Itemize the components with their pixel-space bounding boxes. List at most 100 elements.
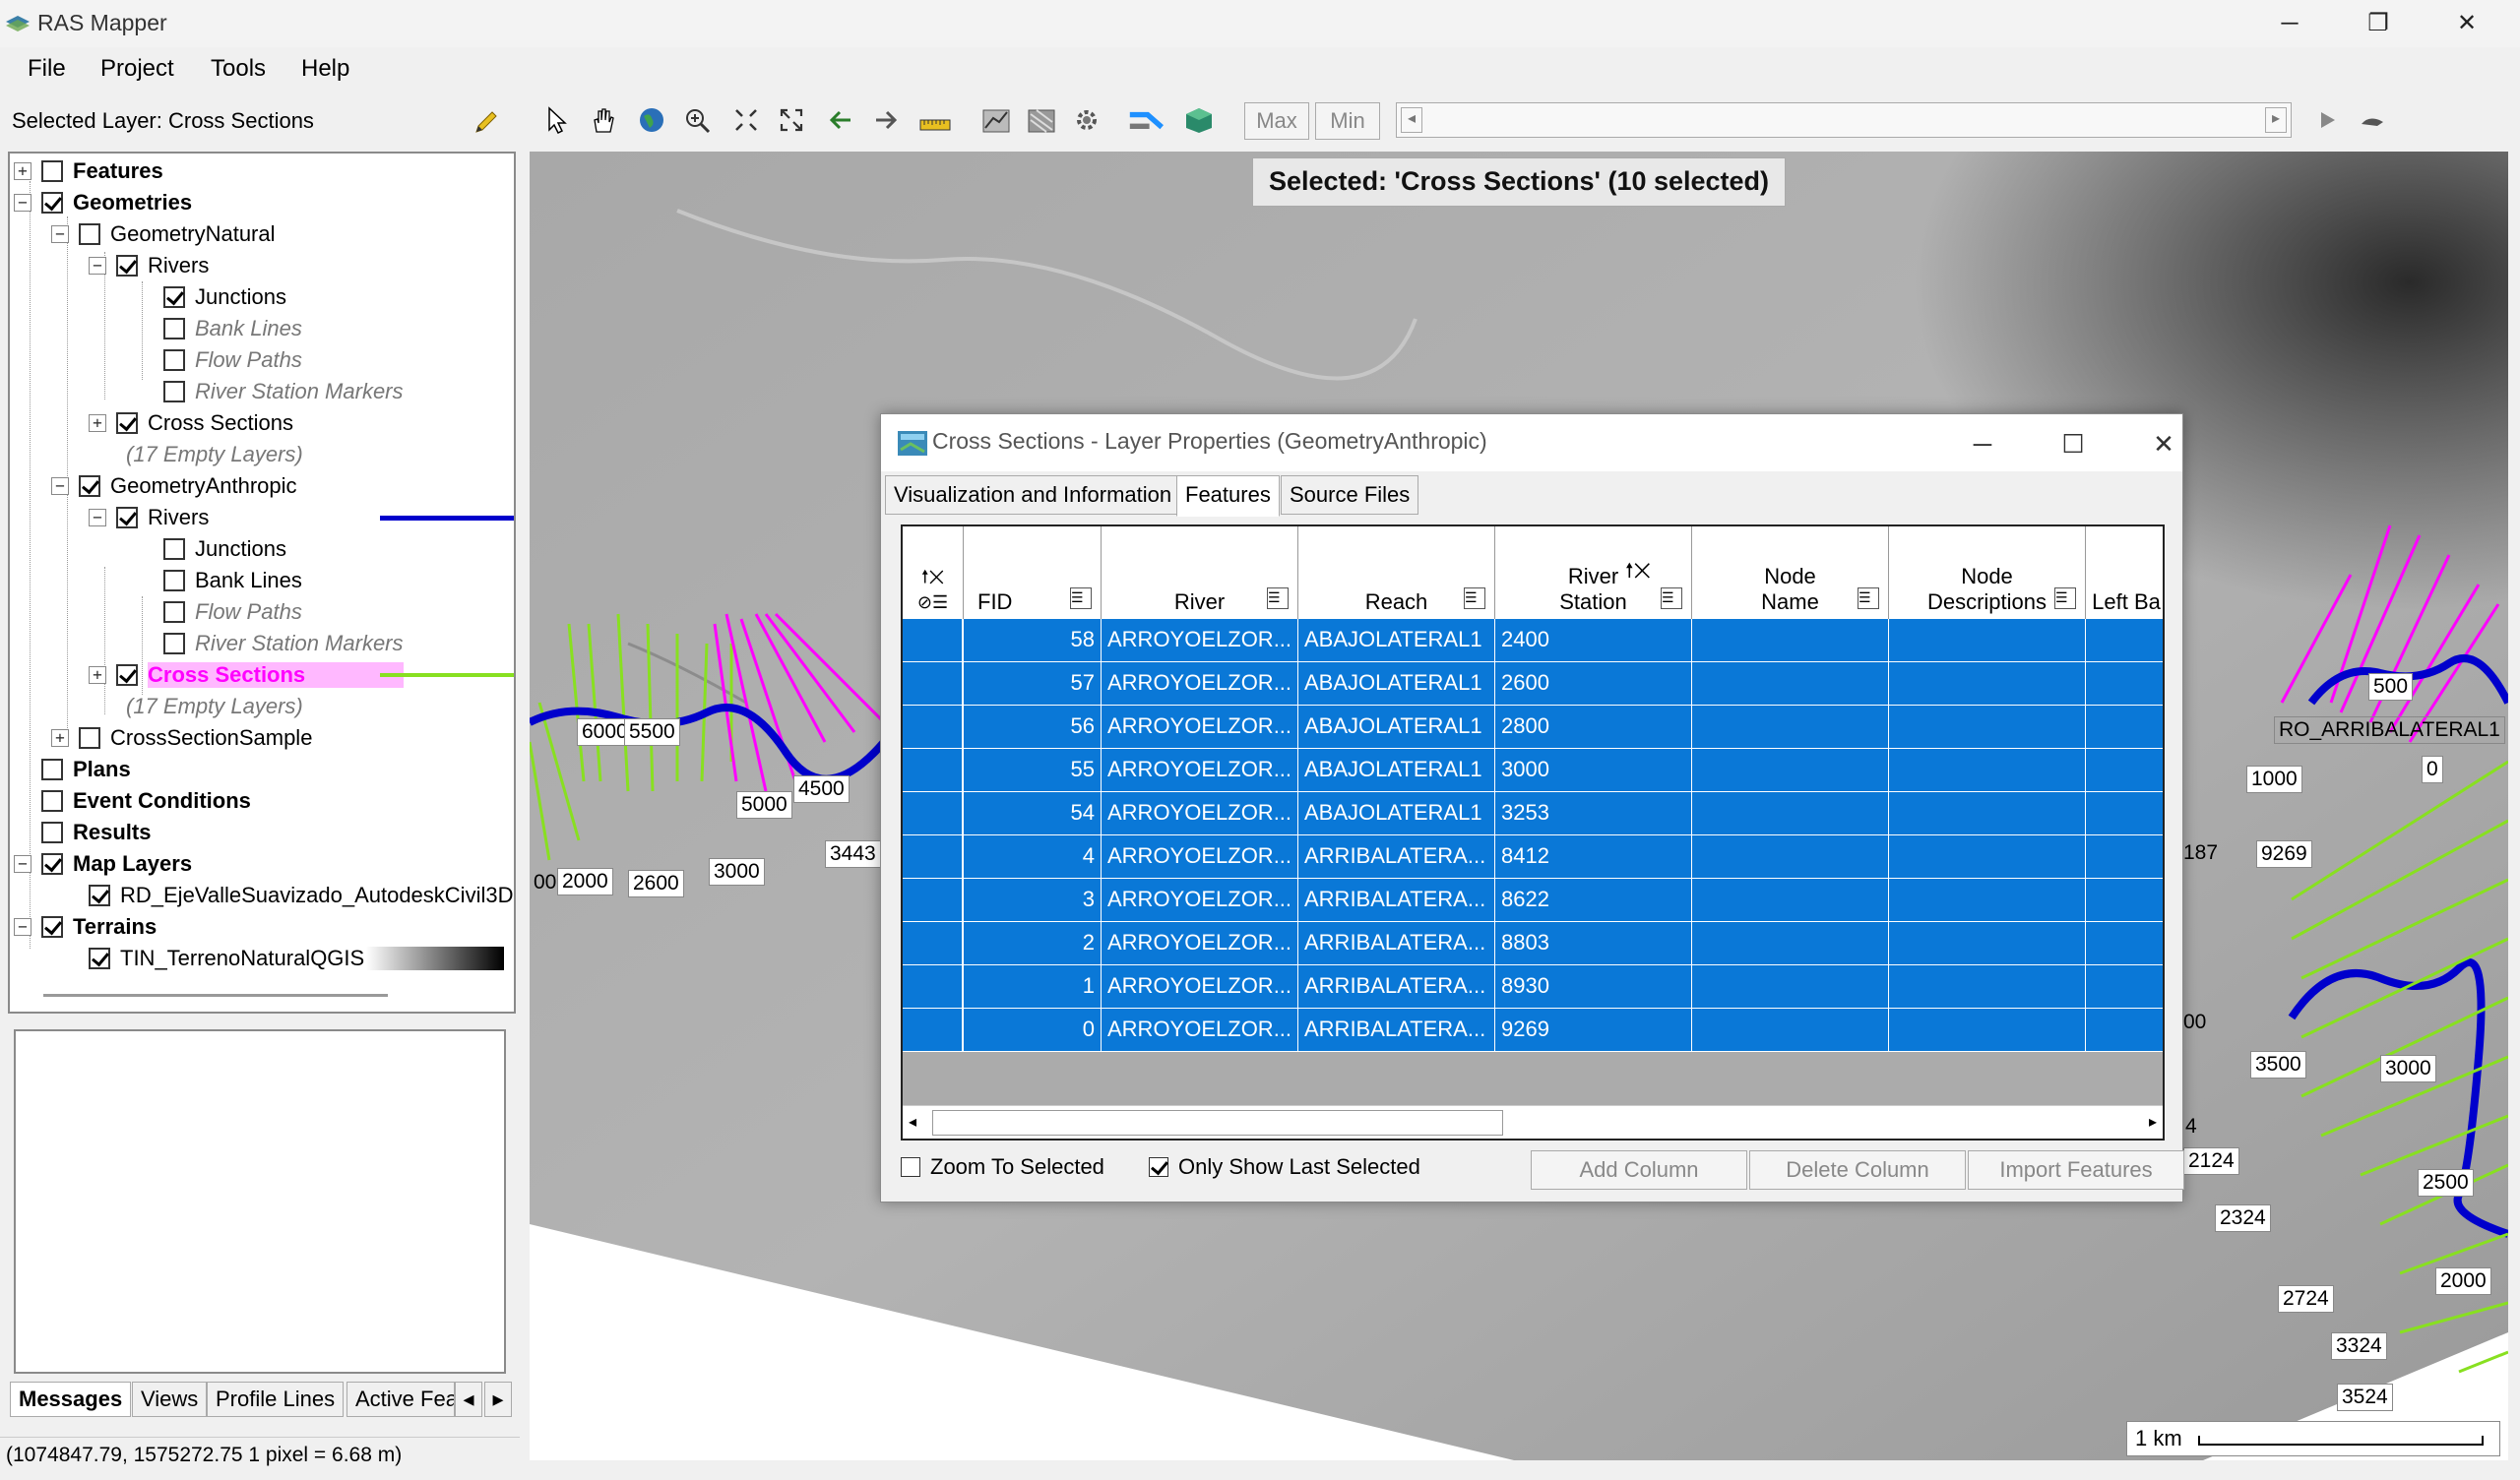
tab-profile-lines[interactable]: Profile Lines [207,1382,345,1417]
checkbox[interactable] [89,948,110,969]
column-filter-icon[interactable]: ☰ [1267,587,1289,609]
checkbox[interactable] [41,822,63,843]
left-bank-cell[interactable] [2086,619,2163,662]
settings-gear-icon[interactable] [1069,102,1104,138]
fid-cell[interactable]: 56 [964,706,1102,749]
table-hscrollbar[interactable]: ◂ ▸ [903,1105,2163,1139]
play-icon[interactable] [2309,102,2345,138]
river-cell[interactable]: ARROYOELZOR... [1102,879,1298,922]
tab-scroll-left-icon[interactable]: ◂ [455,1382,482,1417]
dialog-minimize-button[interactable]: ─ [1958,424,2007,463]
minimize-button[interactable]: ─ [2260,4,2319,43]
tab-views[interactable]: Views [132,1382,208,1417]
tree-results[interactable]: Results [41,817,151,848]
checkbox[interactable] [163,570,185,591]
zoom-in-icon[interactable] [679,102,715,138]
reach-cell[interactable]: ABAJOLATERAL1 [1298,749,1495,792]
node-name-cell[interactable] [1692,922,1889,965]
checkbox[interactable] [163,286,185,308]
column-filter-icon[interactable]: ☰ [1858,587,1879,609]
tree-cross-section-sample[interactable]: + CrossSectionSample [51,722,312,754]
node-desc-cell[interactable] [1889,706,2086,749]
tree-rivers-anthropic[interactable]: − Rivers [89,502,514,533]
table-row[interactable]: 3 ARROYOELZOR... ARRIBALATERA... 8622 [903,879,2163,922]
checkbox[interactable] [163,381,185,402]
node-name-cell[interactable] [1692,662,1889,706]
checkbox[interactable] [89,885,110,906]
expand-icon[interactable]: + [51,729,69,747]
station-cell[interactable]: 3000 [1495,749,1692,792]
river-cell[interactable]: ARROYOELZOR... [1102,706,1298,749]
column-filter-icon[interactable]: ☰ [2054,587,2076,609]
fid-cell[interactable]: 3 [964,879,1102,922]
column-filter-icon[interactable]: ☰ [1070,587,1092,609]
dialog-close-button[interactable]: ✕ [2139,424,2188,463]
node-desc-cell[interactable] [1889,922,2086,965]
node-name-cell[interactable] [1692,835,1889,879]
slider-right-icon[interactable]: ▸ [2265,107,2287,133]
node-desc-cell[interactable] [1889,662,2086,706]
row-selector[interactable] [903,835,964,879]
expand-icon[interactable]: + [14,162,32,180]
delete-column-button[interactable]: Delete Column [1749,1150,1966,1190]
time-slider[interactable]: ◂ ▸ [1396,102,2292,138]
menu-tools[interactable]: Tools [211,55,266,83]
left-bank-cell[interactable] [2086,662,2163,706]
tree-flow-paths-natural[interactable]: Flow Paths [163,344,302,376]
tab-visualization[interactable]: Visualization and Information [885,475,1181,515]
node-name-cell[interactable] [1692,706,1889,749]
cross-section-plot-icon[interactable] [1024,102,1059,138]
reach-cell[interactable]: ABAJOLATERAL1 [1298,792,1495,835]
checkbox[interactable] [163,349,185,371]
tree-cross-sections-natural[interactable]: + Cross Sections [89,407,293,439]
tree-geometry-natural[interactable]: − GeometryNatural [51,218,276,250]
checkbox[interactable] [79,475,100,497]
table-row[interactable]: 58 ARROYOELZOR... ABAJOLATERAL1 2400 [903,619,2163,662]
checkbox[interactable] [163,601,185,623]
river-cell[interactable]: ARROYOELZOR... [1102,922,1298,965]
tree-map-layers[interactable]: − Map Layers [14,848,192,880]
dialog-title-bar[interactable]: Cross Sections - Layer Properties (Geome… [881,414,2182,471]
river-cell[interactable]: ARROYOELZOR... [1102,792,1298,835]
checkbox[interactable] [79,223,100,245]
checkbox[interactable] [116,255,138,277]
collapse-icon[interactable]: − [14,855,32,873]
fid-cell[interactable]: 55 [964,749,1102,792]
zoom-to-selected-checkbox[interactable]: Zoom To Selected [901,1154,1104,1180]
scroll-thumb[interactable] [932,1110,1503,1136]
tree-features[interactable]: + Features [14,155,163,187]
checkbox[interactable] [116,412,138,434]
row-selector-header[interactable]: 🠕✕ ⊘☰ [903,526,964,619]
collapse-icon[interactable]: − [14,918,32,936]
river-cell[interactable]: ARROYOELZOR... [1102,662,1298,706]
tree-hscroll-thumb[interactable] [43,994,388,997]
reach-cell[interactable]: ABAJOLATERAL1 [1298,619,1495,662]
node-desc-cell[interactable] [1889,965,2086,1009]
tree-flow-paths-anthropic[interactable]: Flow Paths [163,596,302,628]
node-name-cell[interactable] [1692,792,1889,835]
station-cell[interactable]: 9269 [1495,1009,1692,1052]
checkbox[interactable] [116,507,138,528]
tree-map-layer-1[interactable]: RD_EjeValleSuavizado_AutodeskCivil3D [89,880,513,911]
scroll-right-icon[interactable]: ▸ [2149,1112,2157,1132]
pencil-edit-icon[interactable] [471,108,500,138]
checkbox[interactable] [901,1157,920,1177]
sort-ascending-icon[interactable]: 🠕✕ [1625,556,1651,589]
node-desc-cell[interactable] [1889,879,2086,922]
collapse-icon[interactable]: − [51,225,69,243]
tree-rivers-natural[interactable]: − Rivers [89,250,209,281]
tree-junctions-anthropic[interactable]: Junctions [163,533,286,565]
zoom-out-extent-icon[interactable] [728,102,764,138]
pan-hand-icon[interactable] [585,102,620,138]
menu-file[interactable]: File [28,55,66,83]
back-arrow-icon[interactable] [823,102,858,138]
menu-help[interactable]: Help [301,55,349,83]
reach-cell[interactable]: ARRIBALATERA... [1298,965,1495,1009]
collapse-icon[interactable]: − [14,194,32,212]
node-name-cell[interactable] [1692,965,1889,1009]
tab-messages[interactable]: Messages [10,1382,132,1417]
left-bank-cell[interactable] [2086,792,2163,835]
restore-button[interactable]: ❐ [2349,4,2408,43]
fid-cell[interactable]: 57 [964,662,1102,706]
tree-rsm-anthropic[interactable]: River Station Markers [163,628,404,659]
